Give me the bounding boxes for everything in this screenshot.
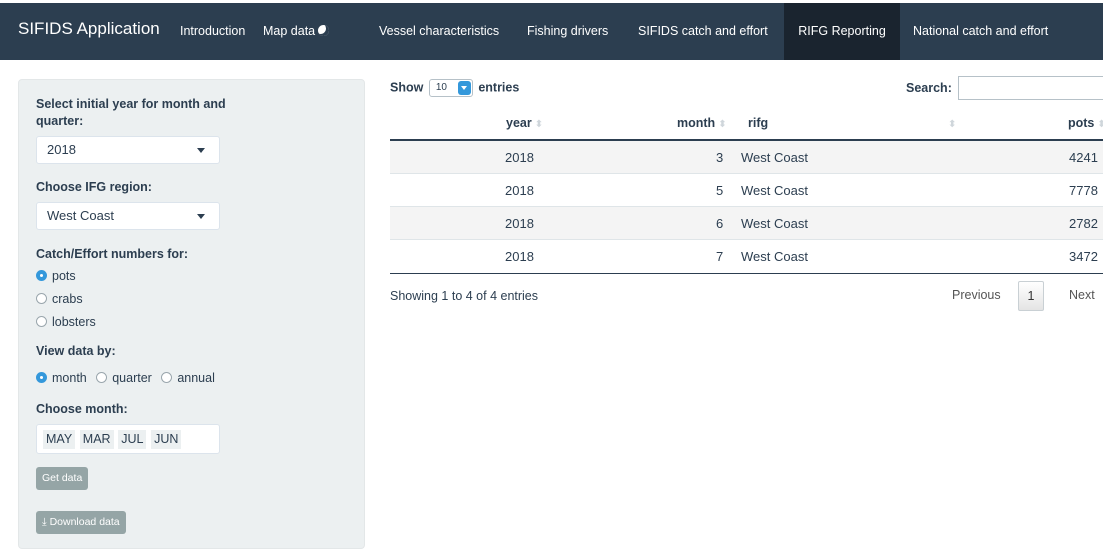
- column-header-rifg-sort[interactable]: ⬍: [945, 116, 956, 130]
- tab-rifg-reporting[interactable]: RIFG Reporting: [784, 3, 900, 60]
- cell-pots: 3472: [1069, 249, 1098, 264]
- cell-year: 2018: [505, 150, 534, 165]
- download-data-label: Download data: [49, 516, 120, 528]
- search-label: Search:: [906, 81, 952, 95]
- table-footer-rule: [390, 273, 1103, 274]
- sort-icon: ⬍: [1097, 119, 1103, 130]
- cell-rifg: West Coast: [741, 183, 808, 198]
- chevron-down-icon: [197, 148, 205, 153]
- download-data-button[interactable]: ⤓ Download data: [36, 511, 126, 534]
- region-select-value: West Coast: [47, 208, 114, 223]
- sort-icon: ⬍: [948, 119, 957, 130]
- month-chip[interactable]: MAR: [79, 430, 114, 449]
- column-header-label: year: [506, 116, 532, 130]
- spinner-arrows-icon: [457, 81, 471, 95]
- pagination-previous[interactable]: Previous: [952, 288, 1001, 302]
- view-by-label: View data by:: [36, 344, 116, 358]
- column-header-label: rifg: [748, 116, 769, 130]
- entries-label: entries: [478, 80, 520, 95]
- radio-selected-icon: [36, 372, 47, 384]
- globe-icon: [318, 25, 330, 37]
- tab-map-data-label: Map data: [263, 24, 316, 38]
- radio-empty-icon: [161, 372, 173, 384]
- cell-year: 2018: [505, 216, 534, 231]
- sidebar-panel: Select initial year for month and quarte…: [18, 79, 365, 549]
- radio-empty-icon: [36, 293, 47, 305]
- get-data-button[interactable]: Get data: [36, 467, 89, 490]
- cell-pots: 4241: [1069, 150, 1098, 165]
- table-row[interactable]: 2018 5 West Coast 7778: [390, 174, 1103, 207]
- month-chip[interactable]: JUL: [118, 430, 147, 449]
- tab-sifids-catch-effort[interactable]: SIFIDS catch and effort: [638, 3, 768, 60]
- tab-map-data[interactable]: Map data: [263, 3, 330, 60]
- radio-label: month: [52, 371, 87, 385]
- pagination-page-1[interactable]: 1: [1018, 281, 1044, 311]
- radio-label: crabs: [52, 292, 83, 306]
- year-select-value: 2018: [47, 142, 76, 157]
- radio-quarter[interactable]: quarter: [96, 371, 152, 385]
- column-header-pots[interactable]: pots ⬍: [1068, 116, 1103, 130]
- radio-empty-icon: [96, 372, 108, 384]
- radio-label: annual: [177, 371, 215, 385]
- radio-month[interactable]: month: [36, 371, 87, 385]
- region-select[interactable]: West Coast: [36, 202, 220, 230]
- radio-label: lobsters: [52, 315, 96, 329]
- cell-year: 2018: [505, 249, 534, 264]
- tab-introduction[interactable]: Introduction: [180, 3, 245, 60]
- column-header-label: pots: [1068, 116, 1095, 130]
- search-input[interactable]: [958, 76, 1103, 100]
- sort-icon: ⬍: [718, 119, 727, 130]
- radio-pots[interactable]: pots: [36, 268, 76, 284]
- cell-month: 5: [716, 183, 724, 198]
- top-navbar: SIFIDS Application Introduction Map data…: [0, 0, 1103, 60]
- region-select-label: Choose IFG region:: [36, 180, 152, 194]
- cell-month: 7: [716, 249, 724, 264]
- cell-pots: 2782: [1069, 216, 1098, 231]
- radio-crabs[interactable]: crabs: [36, 291, 83, 307]
- catch-effort-label: Catch/Effort numbers for:: [36, 247, 189, 261]
- table-row[interactable]: 2018 7 West Coast 3472: [390, 240, 1103, 273]
- cell-month: 3: [716, 150, 724, 165]
- month-select-label: Choose month:: [36, 402, 128, 416]
- radio-label: pots: [52, 269, 76, 283]
- year-select[interactable]: 2018: [36, 136, 220, 164]
- page-length-select[interactable]: 10: [428, 79, 473, 97]
- download-icon: ⤓: [42, 516, 47, 528]
- radio-annual[interactable]: annual: [161, 371, 215, 385]
- column-header-year[interactable]: year ⬍: [506, 116, 543, 130]
- cell-rifg: West Coast: [741, 249, 808, 264]
- radio-lobsters[interactable]: lobsters: [36, 314, 96, 330]
- table-row[interactable]: 2018 6 West Coast 2782: [390, 207, 1103, 240]
- pagination-next[interactable]: Next: [1069, 288, 1095, 302]
- column-header-rifg[interactable]: rifg: [748, 116, 768, 130]
- month-multiselect[interactable]: MAY MAR JUL JUN: [36, 424, 220, 454]
- column-header-label: month: [677, 116, 716, 130]
- table-row[interactable]: 2018 3 West Coast 4241: [390, 141, 1103, 174]
- app-title[interactable]: SIFIDS Application: [18, 19, 160, 39]
- sort-icon: ⬍: [534, 119, 544, 130]
- page-length-value: 10: [435, 82, 447, 93]
- radio-label: quarter: [112, 371, 152, 385]
- cell-year: 2018: [505, 183, 534, 198]
- cell-month: 6: [716, 216, 724, 231]
- year-select-label: Select initial year for month and quarte…: [36, 97, 226, 128]
- radio-empty-icon: [36, 316, 47, 328]
- cell-rifg: West Coast: [741, 150, 808, 165]
- chevron-down-icon: [197, 214, 205, 219]
- view-by-options: month quarter annual: [36, 370, 221, 386]
- page-length-control: Show 10 entries: [390, 79, 519, 97]
- tab-national-catch-effort[interactable]: National catch and effort: [913, 3, 1048, 60]
- month-chip[interactable]: MAY: [43, 430, 76, 449]
- table-info: Showing 1 to 4 of 4 entries: [390, 289, 539, 303]
- radio-selected-icon: [36, 270, 47, 282]
- cell-rifg: West Coast: [741, 216, 808, 231]
- tab-fishing-drivers[interactable]: Fishing drivers: [527, 3, 608, 60]
- cell-pots: 7778: [1069, 183, 1098, 198]
- month-chip[interactable]: JUN: [151, 430, 182, 449]
- column-header-month[interactable]: month ⬍: [677, 116, 727, 130]
- tab-vessel-characteristics[interactable]: Vessel characteristics: [379, 3, 499, 60]
- show-label: Show: [390, 80, 424, 95]
